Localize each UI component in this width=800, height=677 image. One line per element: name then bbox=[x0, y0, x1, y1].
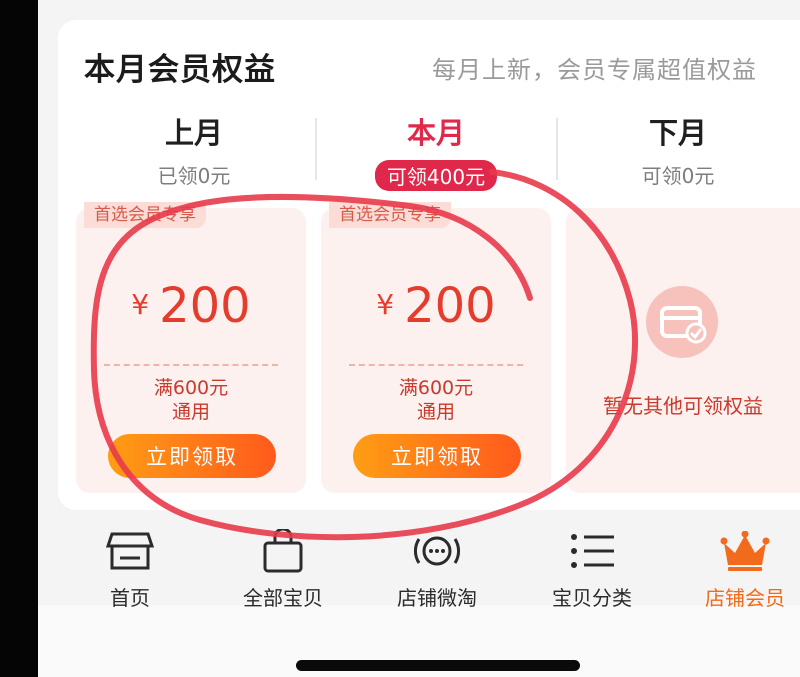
nav-label: 全部宝贝 bbox=[243, 586, 323, 610]
condition-scope: 通用 bbox=[416, 401, 455, 423]
crown-icon bbox=[670, 528, 800, 574]
nav-all-items[interactable]: 全部宝贝 bbox=[208, 528, 358, 611]
tab-this-month[interactable]: 本月 可领400元 bbox=[326, 110, 546, 191]
shopping-bag-icon bbox=[208, 528, 358, 574]
tab-last-month[interactable]: 上月 已领0元 bbox=[84, 110, 304, 189]
home-indicator bbox=[296, 660, 580, 671]
currency-symbol: ¥ bbox=[376, 288, 395, 321]
empty-benefit-card: 暂无其他可领权益 bbox=[566, 208, 800, 493]
screen-bezel bbox=[0, 0, 38, 677]
coupon-tag: 首选会员专享 bbox=[84, 202, 206, 228]
amount-value: 200 bbox=[159, 278, 251, 334]
empty-box-icon bbox=[646, 286, 718, 358]
coupon-amount: ¥200 bbox=[321, 278, 551, 334]
nav-label: 店铺微淘 bbox=[397, 586, 477, 610]
tab-label: 上月 bbox=[164, 116, 223, 150]
nav-label: 宝贝分类 bbox=[552, 586, 632, 610]
coupon-amount: ¥200 bbox=[76, 278, 306, 334]
tab-next-month[interactable]: 下月 可领0元 bbox=[568, 110, 788, 189]
claim-button[interactable]: 立即领取 bbox=[108, 434, 276, 478]
nav-store-membership[interactable]: 店铺会员 bbox=[670, 528, 800, 611]
storefront-icon bbox=[55, 528, 205, 574]
amount-value: 200 bbox=[404, 278, 496, 334]
tab-label: 下月 bbox=[648, 116, 707, 150]
condition-scope: 通用 bbox=[171, 401, 210, 423]
tab-divider bbox=[315, 118, 317, 180]
nav-home[interactable]: 首页 bbox=[55, 528, 205, 611]
tab-status-badge: 可领400元 bbox=[374, 160, 498, 191]
coupon-condition: 满600元 通用 bbox=[76, 376, 306, 424]
broadcast-icon bbox=[362, 528, 512, 574]
nav-store-feed[interactable]: 店铺微淘 bbox=[362, 528, 512, 611]
page-subtitle: 每月上新，会员专属超值权益 bbox=[432, 56, 757, 84]
dashed-divider bbox=[349, 364, 523, 366]
tab-divider bbox=[556, 118, 558, 180]
condition-threshold: 满600元 bbox=[153, 377, 229, 399]
list-icon bbox=[517, 528, 667, 574]
nav-label: 店铺会员 bbox=[705, 586, 785, 610]
coupon-card: 首选会员专享 ¥200 满600元 通用 立即领取 bbox=[321, 202, 551, 493]
tab-status: 可领0元 bbox=[641, 164, 715, 188]
page-title: 本月会员权益 bbox=[84, 52, 276, 88]
coupon-card: 首选会员专享 ¥200 满600元 通用 立即领取 bbox=[76, 202, 306, 493]
dashed-divider bbox=[104, 364, 278, 366]
nav-categories[interactable]: 宝贝分类 bbox=[517, 528, 667, 611]
nav-label: 首页 bbox=[110, 586, 150, 610]
coupon-condition: 满600元 通用 bbox=[321, 376, 551, 424]
tab-status: 已领0元 bbox=[157, 164, 231, 188]
claim-button[interactable]: 立即领取 bbox=[353, 434, 521, 478]
empty-message: 暂无其他可领权益 bbox=[603, 394, 763, 418]
coupon-tag: 首选会员专享 bbox=[329, 202, 451, 228]
tab-label: 本月 bbox=[406, 116, 465, 150]
condition-threshold: 满600元 bbox=[398, 377, 474, 399]
currency-symbol: ¥ bbox=[131, 288, 150, 321]
